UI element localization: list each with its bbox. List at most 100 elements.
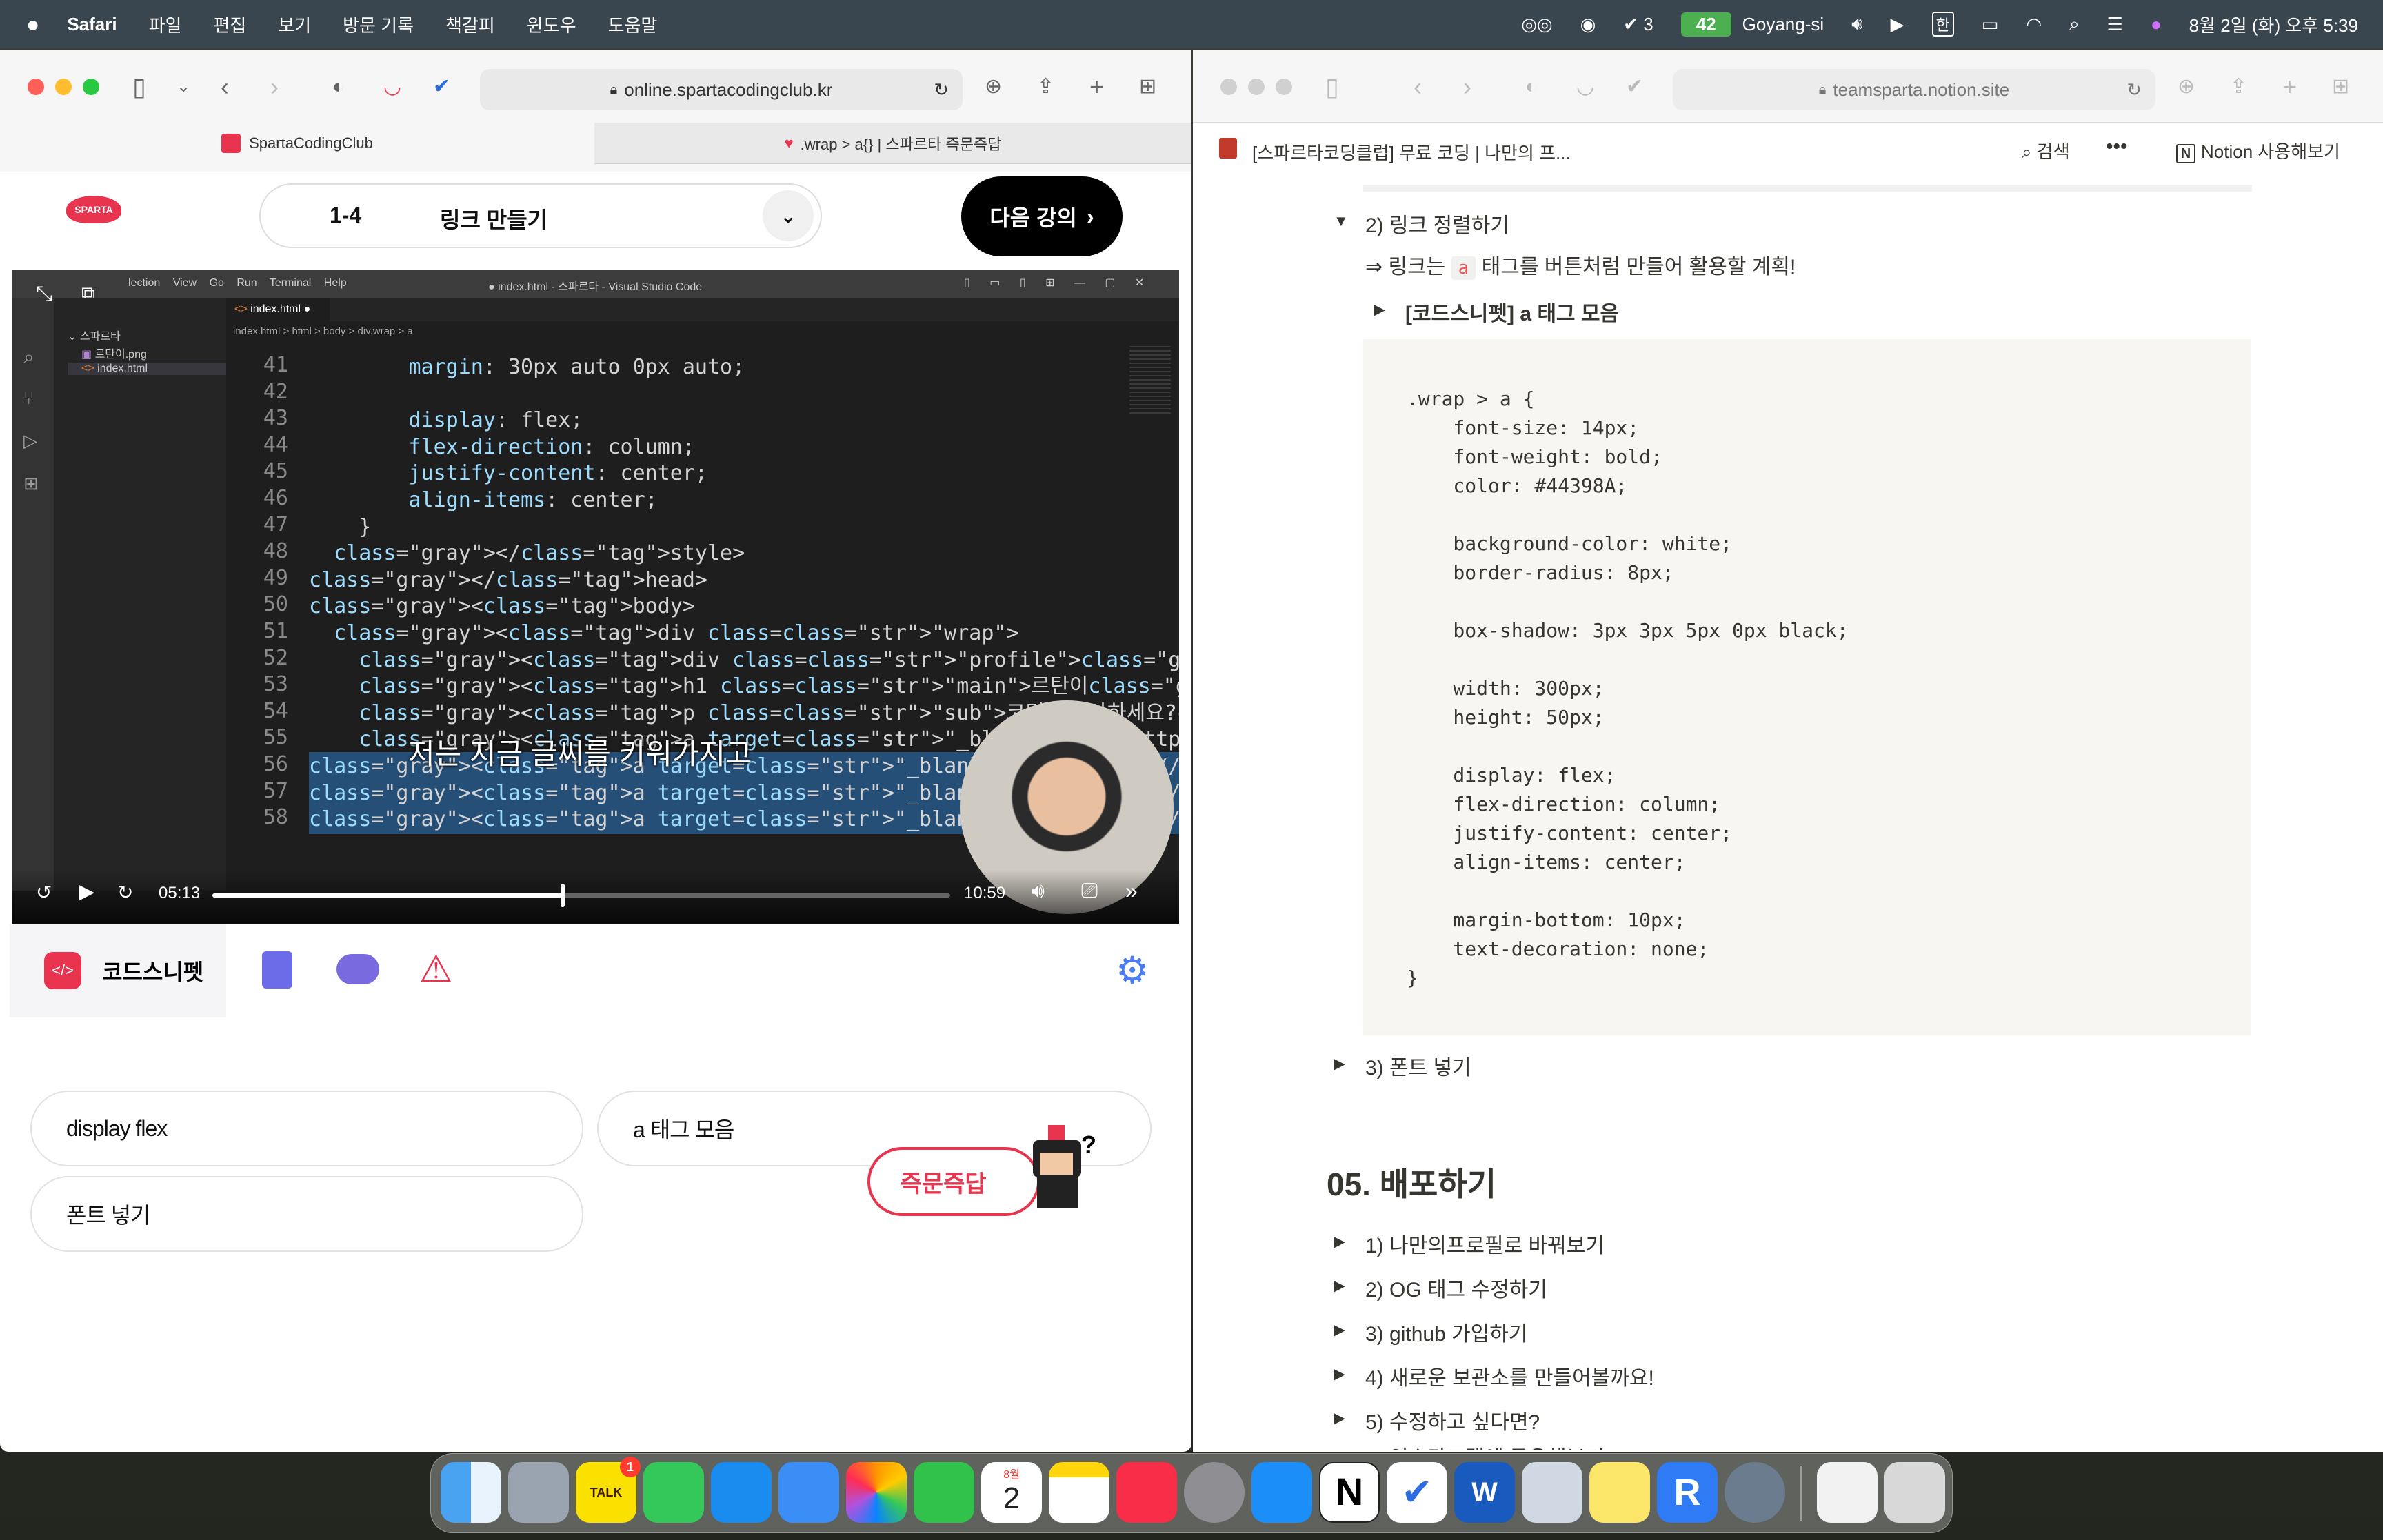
back-icon[interactable]: ‹	[1414, 73, 1422, 101]
address-bar[interactable]: 🔒︎ online.spartacodingclub.kr ↻	[480, 69, 963, 110]
address-bar[interactable]: 🔒︎ teamsparta.notion.site ↻	[1673, 69, 2155, 110]
qa-floating-button[interactable]: 즉문즉답	[867, 1147, 1040, 1216]
pocket-icon[interactable]: ◡	[383, 73, 401, 101]
share-icon[interactable]: ⇪	[2230, 73, 2247, 101]
close-button[interactable]	[28, 79, 44, 95]
search-icon[interactable]: ⌕	[2069, 13, 2080, 35]
weather-temp[interactable]: 42	[1680, 12, 1731, 37]
toggle-closed-icon[interactable]: ▶	[1334, 1277, 1345, 1295]
menu-window[interactable]: 윈도우	[527, 12, 576, 37]
notion-search[interactable]: ⌕ 검색	[2022, 138, 2070, 163]
toggle-font[interactable]: 3) 폰트 넣기	[1365, 1051, 1471, 1081]
sparta-logo[interactable]: SPARTA	[66, 196, 121, 223]
new-tab-icon[interactable]: +	[2282, 73, 2297, 101]
input-method[interactable]: 한	[1931, 12, 1954, 37]
privacy-shield-icon[interactable]: ◐	[332, 73, 345, 101]
app-store-icon[interactable]	[1251, 1462, 1312, 1523]
rewind-15-icon[interactable]: ↺	[36, 881, 52, 904]
chat-icon[interactable]	[336, 954, 379, 984]
pocket-icon[interactable]: ◡	[1576, 73, 1594, 101]
lecture-selector[interactable]: 1-4 링크 만들기 ⌄	[259, 183, 822, 248]
menu-edit[interactable]: 편집	[213, 12, 246, 37]
tab-overview-icon[interactable]: ⊞	[2332, 73, 2349, 101]
forward-icon[interactable]: ›	[1463, 73, 1471, 101]
launchpad-icon[interactable]	[508, 1462, 569, 1523]
section-item[interactable]: 1) 나만의프로필로 바꿔보기	[1365, 1228, 1605, 1259]
section-item[interactable]: 5) 수정하고 싶다면?	[1365, 1405, 1540, 1435]
maximize-button[interactable]	[1276, 79, 1292, 95]
glasses-icon[interactable]: ◎◎	[1521, 14, 1552, 35]
play-icon[interactable]: ▶	[1891, 14, 1904, 35]
siri-icon[interactable]: ●	[2151, 14, 2162, 35]
battery-icon[interactable]: ▭	[1982, 14, 1999, 35]
reload-icon[interactable]: ↻	[934, 79, 949, 101]
notion-try-button[interactable]: N Notion 사용해보기	[2176, 138, 2340, 163]
sidebar-icon[interactable]: ▯	[1325, 73, 1339, 101]
volume-icon[interactable]: 🔊︎	[1032, 880, 1045, 903]
volume-icon[interactable]: 🔊︎	[1851, 13, 1862, 35]
messages-icon[interactable]	[643, 1462, 704, 1523]
control-center-icon[interactable]: ☰	[2107, 14, 2123, 35]
playback-speed-icon[interactable]: »	[1125, 878, 1138, 904]
back-icon[interactable]: ‹	[221, 73, 229, 101]
stickies-icon[interactable]	[1589, 1462, 1650, 1523]
toggle-closed-icon[interactable]: ▶	[1334, 1055, 1345, 1073]
notes-icon[interactable]	[262, 951, 292, 989]
tab-qa[interactable]: ♥ .wrap > a{} | 스파르타 즉문즉답	[594, 123, 1192, 164]
chevron-down-icon[interactable]: ⌄	[177, 73, 190, 101]
section-item[interactable]: 2) OG 태그 수정하기	[1365, 1273, 1547, 1303]
progress-track[interactable]	[212, 884, 950, 907]
snippet-font[interactable]: 폰트 넣기	[30, 1176, 583, 1252]
menu-view[interactable]: 보기	[278, 12, 311, 37]
toggle-snippet[interactable]: [코드스니펫] a 태그 모음	[1405, 296, 1619, 327]
play-icon[interactable]: ▶	[79, 880, 94, 904]
toggle-closed-icon[interactable]: ▶	[1334, 1321, 1345, 1339]
system-settings-icon[interactable]	[1184, 1462, 1245, 1523]
weather-location[interactable]: Goyang-si	[1742, 14, 1824, 35]
todo-extension-icon[interactable]: ✔	[1626, 73, 1643, 101]
download-icon[interactable]: ⊕	[985, 73, 1002, 101]
toggle-closed-icon[interactable]: ▶	[1334, 1409, 1345, 1427]
privacy-shield-icon[interactable]: ◐	[1525, 73, 1538, 101]
menu-bookmarks[interactable]: 책갈피	[445, 12, 495, 37]
new-tab-icon[interactable]: +	[1089, 73, 1104, 101]
safari-icon[interactable]	[711, 1462, 772, 1523]
menu-help[interactable]: 도움말	[608, 12, 658, 37]
toggle-closed-icon[interactable]: ▶	[1334, 1233, 1345, 1250]
r-app-icon[interactable]: R	[1657, 1462, 1718, 1523]
forward-icon[interactable]: ›	[270, 73, 279, 101]
tab-spartacodingclub[interactable]: SpartaCodingClub	[0, 123, 594, 164]
todo-app-icon[interactable]: ✔	[1387, 1462, 1447, 1523]
notion-page-title[interactable]: [스파르타코딩클럽] 무료 코딩 | 나만의 프...	[1252, 139, 1571, 165]
more-icon[interactable]: •••	[2106, 135, 2128, 159]
preview-icon[interactable]	[1522, 1462, 1582, 1523]
calendar-icon[interactable]: 8월 2	[981, 1462, 1042, 1523]
toggle-closed-icon[interactable]: ▶	[1334, 1365, 1345, 1383]
facetime-icon[interactable]	[914, 1462, 974, 1523]
wifi-icon[interactable]: ◠	[2026, 14, 2042, 35]
tab-overview-icon[interactable]: ⊞	[1139, 73, 1156, 101]
toggle-open-icon[interactable]: ▼	[1334, 212, 1349, 230]
next-lecture-button[interactable]: 다음 강의 ›	[961, 176, 1123, 256]
downloads-stack-icon[interactable]	[1817, 1462, 1878, 1523]
section-item[interactable]: 4) 새로운 보관소를 만들어볼까요!	[1365, 1361, 1654, 1391]
close-button[interactable]	[1220, 79, 1237, 95]
airplay-icon[interactable]: ⎚	[1081, 880, 1098, 903]
maximize-button[interactable]	[83, 79, 99, 95]
menu-history[interactable]: 방문 기록	[343, 12, 414, 37]
quicktime-icon[interactable]	[1725, 1462, 1785, 1523]
messenger-icon[interactable]: ◉	[1580, 14, 1596, 35]
trash-icon[interactable]	[1884, 1462, 1945, 1523]
tab-code-snippet[interactable]: </> 코드스니펫	[10, 924, 226, 1017]
photos-icon[interactable]	[846, 1462, 907, 1523]
fullscreen-icon[interactable]: ⤡	[36, 283, 52, 306]
section-item-cut[interactable]: 6) 인스타그램에 공유해보기	[1365, 1441, 1605, 1450]
clock[interactable]: 8월 2일 (화) 오후 5:39	[2189, 12, 2358, 37]
reload-icon[interactable]: ↻	[2126, 79, 2142, 101]
kakaotalk-icon[interactable]: TALK 1	[576, 1457, 641, 1523]
toggle-link-align[interactable]: 2) 링크 정렬하기	[1365, 208, 1509, 239]
todo-extension-icon[interactable]: ✔	[433, 73, 450, 101]
warning-icon[interactable]: ⚠	[419, 947, 452, 991]
word-icon[interactable]: W	[1454, 1462, 1515, 1523]
settings-gear-icon[interactable]: ⚙	[1116, 949, 1149, 992]
